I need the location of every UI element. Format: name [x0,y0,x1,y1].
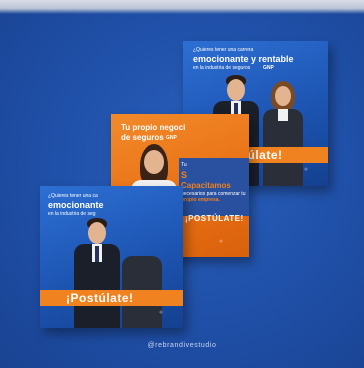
card-headline-2: de seguros [121,133,164,142]
card-question: ¿Quieres tener una ca [48,193,98,199]
panel-small: Tu [181,162,187,168]
card-headline: emocionante y rentable [193,54,294,64]
card-subline: en la industria de seguros [193,65,251,71]
company-logo: ◎ [304,167,308,171]
panel-orange-word: S [181,170,188,180]
cta-label: ¡POSTÚLATE! [185,214,244,223]
studio-credit: @rebrandivestudio [147,342,217,349]
panel-body-2: propio empresa. [181,197,220,203]
man-figure [72,218,122,328]
panel-orange-word-2: Capacitamos [181,181,231,190]
card-headline: emocionante [48,200,104,210]
showcase-canvas: ¿Quieres tener una carrera emocionante y… [0,0,364,368]
brand-logo: GNP [166,135,177,141]
top-band [0,0,364,14]
card-subline: en la industria de seg [48,211,96,217]
cta-label: ¡Postúlate! [66,291,134,305]
company-logo: ◎ [219,239,223,243]
company-logo: ◎ [159,310,163,314]
card-question: ¿Quieres tener una carrera [193,47,254,53]
card-headline: Tu propio negoci [121,123,186,132]
ad-card-bottom-left: ¿Quieres tener una ca emocionante en la … [40,186,183,328]
brand-logo: GNP [263,65,274,71]
